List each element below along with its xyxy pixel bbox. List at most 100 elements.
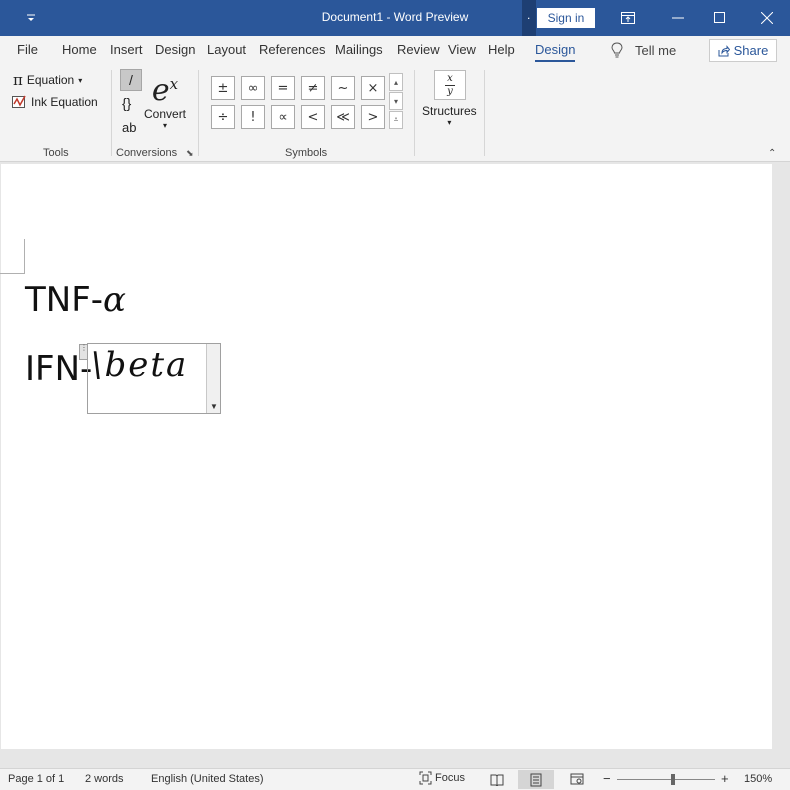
- symbols-group-label: Symbols: [285, 147, 328, 159]
- word-count[interactable]: 2 words: [85, 773, 124, 785]
- ribbon: π Equation ▾ Ink Equation Tools / {} ab …: [0, 64, 790, 162]
- linear-format-glyph: /: [129, 72, 133, 88]
- tab-insert[interactable]: Insert: [110, 42, 143, 57]
- minimize-icon: [672, 17, 684, 19]
- title-bar: Document1 - Word Preview . Sign in: [0, 0, 790, 36]
- focus-button[interactable]: Focus: [419, 771, 465, 785]
- fraction-numerator-glyph: x: [447, 72, 453, 84]
- symbol-not-equal[interactable]: ≠: [301, 76, 325, 100]
- linear-format-button[interactable]: /: [120, 69, 142, 91]
- tab-mailings[interactable]: Mailings: [335, 42, 383, 57]
- symbol-greater-than[interactable]: >: [361, 105, 385, 129]
- web-layout-button[interactable]: [559, 770, 595, 789]
- equation-move-handle[interactable]: ⋮: [79, 344, 88, 360]
- tab-review[interactable]: Review: [397, 42, 440, 57]
- read-mode-icon: [490, 774, 504, 786]
- language-status[interactable]: English (United States): [151, 773, 264, 785]
- structures-label: Structures: [422, 104, 477, 118]
- share-label: Share: [733, 43, 769, 58]
- tab-view[interactable]: View: [448, 42, 476, 57]
- symbol-times[interactable]: ×: [361, 76, 385, 100]
- chevron-up-icon: ▴: [393, 77, 398, 87]
- zoom-level[interactable]: 150%: [744, 773, 772, 785]
- equation-options-button[interactable]: ▼: [206, 344, 220, 413]
- zoom-slider[interactable]: [617, 779, 715, 780]
- tab-layout[interactable]: Layout: [207, 42, 246, 57]
- ink-equation-button[interactable]: Ink Equation: [12, 95, 98, 109]
- convert-button[interactable]: ex Convert ▾: [144, 68, 187, 131]
- chevron-down-icon: ▾: [447, 118, 452, 127]
- ink-equation-icon: [12, 95, 26, 108]
- alpha-symbol: α: [103, 280, 126, 320]
- chevron-down-icon: ▾: [163, 121, 168, 130]
- margin-corner-mark: [24, 239, 25, 274]
- dialog-launcher-icon[interactable]: ⬊: [186, 148, 194, 159]
- zoom-slider-thumb[interactable]: [671, 774, 675, 785]
- account-indicator: .: [522, 0, 536, 36]
- maximize-button[interactable]: [697, 0, 743, 36]
- collapse-ribbon-icon[interactable]: ⌃: [768, 148, 776, 159]
- page-count[interactable]: Page 1 of 1: [8, 773, 64, 785]
- group-divider: [198, 70, 199, 156]
- symbol-tilde[interactable]: ~: [331, 76, 355, 100]
- share-icon: [718, 44, 730, 56]
- vertical-scrollbar[interactable]: [772, 164, 789, 749]
- share-button[interactable]: Share: [709, 39, 777, 62]
- group-divider: [111, 70, 112, 156]
- convert-x-glyph: x: [169, 75, 179, 93]
- convert-e-glyph: e: [151, 73, 170, 108]
- symbol-less-than[interactable]: <: [301, 105, 325, 129]
- quick-access-menu-icon[interactable]: [22, 9, 40, 27]
- document-line-1[interactable]: TNF-α: [25, 280, 126, 320]
- sign-in-button[interactable]: Sign in: [537, 8, 595, 28]
- symbol-proportional[interactable]: ∝: [271, 105, 295, 129]
- braces-format-button[interactable]: {}: [122, 95, 131, 111]
- symbols-scroll-down-button[interactable]: ▾: [389, 92, 403, 110]
- ribbon-display-options-button[interactable]: [605, 0, 651, 36]
- symbol-factorial[interactable]: !: [241, 105, 265, 129]
- text-format-glyph: ab: [122, 120, 137, 135]
- text-format-button[interactable]: ab: [122, 120, 136, 135]
- read-mode-button[interactable]: [479, 770, 515, 789]
- zoom-in-button[interactable]: +: [721, 771, 729, 786]
- fraction-structure-icon[interactable]: x y: [434, 70, 466, 100]
- minimize-button[interactable]: [655, 0, 701, 36]
- structures-button[interactable]: Structures ▾: [422, 104, 477, 127]
- chevron-down-icon: ▾: [78, 75, 83, 85]
- tab-design[interactable]: Design: [155, 42, 195, 57]
- tell-me-search[interactable]: Tell me: [611, 42, 676, 58]
- close-button[interactable]: [744, 0, 790, 36]
- tab-references[interactable]: References: [259, 42, 325, 57]
- chevron-down-icon: ▼: [210, 402, 218, 411]
- account-dot: .: [527, 8, 531, 22]
- document-page[interactable]: [1, 164, 772, 749]
- symbol-much-less-than[interactable]: ≪: [331, 105, 355, 129]
- ink-equation-label: Ink Equation: [31, 95, 98, 109]
- symbol-equals[interactable]: =: [271, 76, 295, 100]
- convert-icon: ex: [152, 68, 178, 107]
- tab-equation-design[interactable]: Design: [535, 42, 576, 62]
- close-icon: [761, 12, 773, 24]
- tab-home[interactable]: Home: [62, 42, 97, 57]
- conversions-group-label: Conversions: [116, 147, 178, 159]
- focus-label: Focus: [435, 772, 465, 784]
- margin-corner-mark: [0, 273, 25, 274]
- tnf-text: TNF-: [25, 280, 104, 320]
- symbols-more-button[interactable]: ⩡: [389, 111, 403, 129]
- tab-help[interactable]: Help: [488, 42, 515, 57]
- equation-input[interactable]: \beta: [91, 345, 188, 385]
- braces-glyph: {}: [122, 95, 132, 111]
- print-layout-button[interactable]: [518, 770, 554, 789]
- symbols-scroll-up-button[interactable]: ▴: [389, 73, 403, 91]
- equation-text: \beta: [91, 345, 189, 385]
- status-bar: Page 1 of 1 2 words English (United Stat…: [0, 768, 790, 790]
- group-divider: [484, 70, 485, 156]
- symbol-plus-minus[interactable]: ±: [211, 76, 235, 100]
- tab-file[interactable]: File: [17, 42, 38, 57]
- symbol-infinity[interactable]: ∞: [241, 76, 265, 100]
- convert-label: Convert: [144, 107, 187, 121]
- equation-button[interactable]: π Equation ▾: [13, 71, 82, 89]
- symbol-divide[interactable]: ÷: [211, 105, 235, 129]
- zoom-out-button[interactable]: −: [603, 771, 611, 786]
- maximize-icon: [714, 12, 725, 23]
